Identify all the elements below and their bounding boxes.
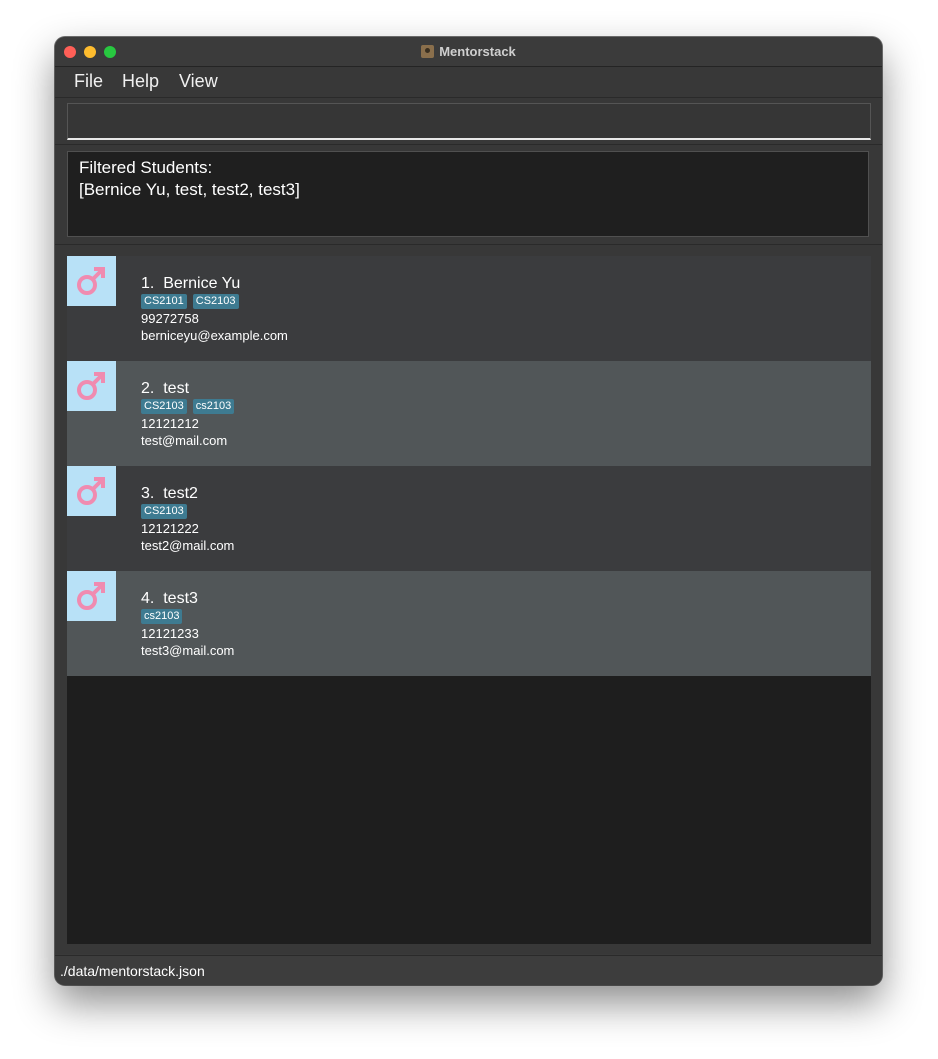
male-symbol-icon (77, 477, 105, 505)
avatar (67, 256, 116, 306)
app-window: Mentorstack File Help View Filtered Stud… (55, 37, 882, 985)
student-tags: cs2103 (141, 609, 183, 624)
student-card[interactable]: 4. test3 cs2103 12121233 test3@mail.com (67, 571, 871, 676)
contacts-book-icon (421, 45, 435, 58)
student-name: test3 (163, 590, 198, 607)
student-phone: 12121212 (141, 416, 199, 431)
student-index: 3. (141, 485, 155, 502)
avatar (67, 361, 116, 411)
student-card[interactable]: 3. test2 CS2103 12121222 test2@mail.com (67, 466, 871, 571)
student-name: test2 (163, 485, 198, 502)
avatar (67, 571, 116, 621)
student-name-line: 3. test2 (141, 485, 198, 503)
student-phone: 12121222 (141, 521, 199, 536)
student-name-line: 4. test3 (141, 590, 198, 608)
result-line-names: [Bernice Yu, test, test2, test3] (79, 180, 300, 199)
window-title-group: Mentorstack (55, 37, 882, 66)
student-phone: 12121233 (141, 626, 199, 641)
student-name-line: 2. test (141, 380, 189, 398)
tag-badge: cs2103 (141, 609, 183, 624)
command-box-area (55, 98, 882, 145)
status-bar: ./data/mentorstack.json (55, 955, 882, 985)
student-tags: CS2101 CS2103 (141, 294, 239, 309)
student-tags: CS2103 cs2103 (141, 399, 235, 414)
tag-badge: CS2103 (141, 399, 187, 414)
tag-badge: CS2101 (141, 294, 187, 309)
result-display-area: Filtered Students: [Bernice Yu, test, te… (55, 145, 882, 245)
menu-bar: File Help View (55, 67, 882, 98)
student-email: test2@mail.com (141, 538, 235, 553)
menu-help[interactable]: Help (122, 71, 159, 92)
student-name: test (163, 380, 190, 397)
student-index: 2. (141, 380, 155, 397)
student-index: 4. (141, 590, 155, 607)
menu-view[interactable]: View (179, 71, 218, 92)
menu-file[interactable]: File (74, 71, 103, 92)
tag-badge: CS2103 (192, 294, 239, 309)
student-list[interactable]: 1. Bernice Yu CS2101 CS2103 99272758 ber… (67, 256, 871, 944)
student-card[interactable]: 1. Bernice Yu CS2101 CS2103 99272758 ber… (67, 256, 871, 361)
window-title: Mentorstack (439, 44, 516, 59)
student-email: test3@mail.com (141, 643, 235, 658)
command-input[interactable] (67, 103, 871, 140)
student-name: Bernice Yu (163, 275, 241, 292)
male-symbol-icon (77, 582, 105, 610)
student-list-area: 1. Bernice Yu CS2101 CS2103 99272758 ber… (55, 245, 882, 954)
result-display: Filtered Students: [Bernice Yu, test, te… (67, 151, 869, 237)
male-symbol-icon (77, 372, 105, 400)
data-file-path: ./data/mentorstack.json (60, 963, 205, 979)
student-tags: CS2103 (141, 504, 187, 519)
result-line-heading: Filtered Students: (79, 158, 213, 177)
student-index: 1. (141, 275, 155, 292)
avatar (67, 466, 116, 516)
tag-badge: cs2103 (192, 399, 235, 414)
title-bar[interactable]: Mentorstack (55, 37, 882, 67)
student-phone: 99272758 (141, 311, 199, 326)
tag-badge: CS2103 (141, 504, 187, 519)
student-email: test@mail.com (141, 433, 228, 448)
student-card[interactable]: 2. test CS2103 cs2103 12121212 test@mail… (67, 361, 871, 466)
student-email: berniceyu@example.com (141, 328, 288, 343)
student-name-line: 1. Bernice Yu (141, 275, 240, 293)
male-symbol-icon (77, 267, 105, 295)
